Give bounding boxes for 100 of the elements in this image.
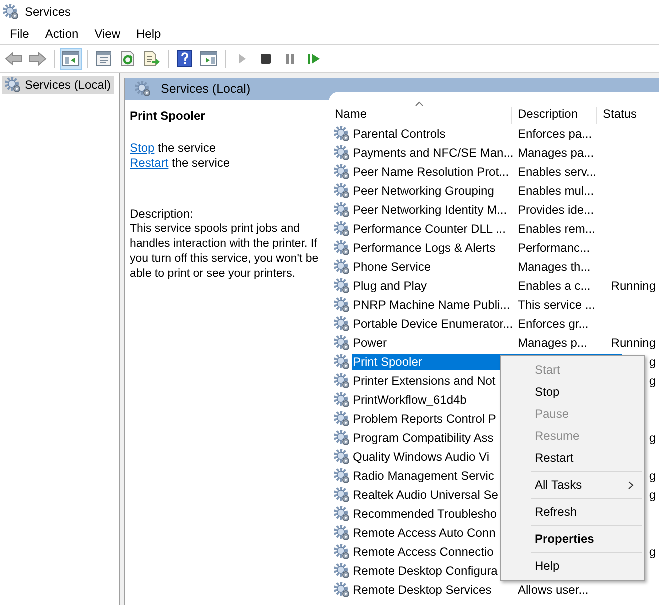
gear-icon	[334, 240, 350, 256]
gear-icon	[334, 220, 350, 236]
column-header[interactable]: Status	[596, 107, 649, 124]
action-text: Restart the service	[130, 156, 232, 171]
gear-icon	[334, 544, 350, 560]
sort-caret-icon	[415, 101, 424, 107]
stop-icon	[260, 52, 272, 64]
gear-icon	[334, 582, 350, 598]
service-name[interactable]: Parental Controls	[352, 126, 447, 142]
gear-icon	[334, 448, 350, 464]
gear-icon	[334, 506, 350, 522]
service-name[interactable]: Quality Windows Audio Vi	[352, 448, 491, 464]
action-link[interactable]: Restart	[130, 156, 169, 170]
service-description: Manages pa...	[518, 146, 594, 160]
gear-icon	[334, 468, 350, 484]
column-header[interactable]: Description	[511, 107, 596, 124]
service-status: g	[649, 430, 656, 444]
description-text: This service spools print jobs and handles interaction with the printer. If you turn off this service, you won't be able to print or see your printers.	[130, 222, 320, 282]
service-name[interactable]: Performance Counter DLL ...	[352, 220, 507, 236]
service-name[interactable]: Problem Reports Control P	[352, 410, 498, 426]
service-name[interactable]: PrintWorkflow_61d4b	[352, 392, 468, 408]
menu-item[interactable]: Help	[501, 555, 644, 577]
service-name[interactable]: Performance Logs & Alerts	[352, 240, 497, 256]
service-status: Running	[611, 278, 656, 292]
service-name[interactable]: Phone Service	[352, 258, 432, 274]
export-icon	[143, 50, 161, 66]
pause-icon	[284, 52, 296, 66]
gear-icon	[334, 182, 350, 198]
service-name[interactable]: Peer Networking Grouping	[352, 182, 496, 198]
pane-title: Services (Local)	[161, 82, 251, 96]
service-description: Manages th...	[518, 260, 591, 274]
service-title: Print Spooler	[130, 109, 206, 123]
menu-item[interactable]: Help	[128, 27, 170, 41]
left-arrow-icon	[5, 52, 23, 66]
gear-icon	[334, 316, 350, 332]
service-status: g	[649, 488, 656, 502]
service-name[interactable]: Remote Access Auto Conn	[352, 524, 497, 540]
service-status: g	[649, 544, 656, 558]
service-name[interactable]: Remote Desktop Services	[352, 582, 493, 598]
service-name[interactable]: PNRP Machine Name Publi...	[352, 296, 512, 312]
service-status: g	[649, 354, 656, 368]
service-name[interactable]: Peer Networking Identity M...	[352, 202, 508, 218]
menu-item[interactable]: Action	[37, 27, 87, 41]
help-icon	[177, 50, 193, 68]
menu-item[interactable]: View	[86, 27, 128, 41]
menu-item[interactable]: Refresh	[501, 501, 644, 523]
gear-icon	[135, 81, 151, 97]
window-list-icon	[96, 50, 112, 66]
menu-item[interactable]: All Tasks	[501, 474, 644, 496]
service-status: g	[649, 374, 656, 388]
service-name[interactable]: Payments and NFC/SE Man...	[352, 144, 515, 160]
gear-icon	[334, 410, 350, 426]
description-label: Description:	[130, 207, 194, 222]
gear-icon	[334, 164, 350, 180]
column-header[interactable]: Name	[329, 107, 511, 124]
service-description: Enables rem...	[518, 222, 596, 236]
window-panel-icon	[200, 50, 218, 66]
action-link[interactable]: Stop	[130, 141, 155, 155]
refresh-icon	[120, 50, 136, 66]
service-name[interactable]: Printer Extensions and Not	[352, 372, 497, 388]
service-description: Enforces pa...	[518, 126, 592, 140]
service-name[interactable]: Remote Desktop Configura	[352, 562, 499, 578]
service-name[interactable]: Peer Name Resolution Prot...	[352, 164, 510, 180]
service-name[interactable]: Recommended Troublesho	[352, 506, 498, 522]
menu-item[interactable]: File	[2, 27, 38, 41]
tree-item[interactable]: Services (Local)	[2, 76, 114, 94]
service-name[interactable]: Power	[352, 334, 388, 350]
service-name[interactable]: Realtek Audio Universal Se	[352, 486, 500, 502]
play-icon	[236, 52, 248, 66]
gear-icon	[334, 258, 350, 274]
gear-icon	[334, 126, 350, 142]
gear-icon	[334, 486, 350, 502]
service-description: Manages p...	[518, 336, 588, 350]
gear-icon	[5, 77, 21, 93]
gear-icon	[334, 202, 350, 218]
service-name[interactable]: Program Compatibility Ass	[352, 430, 495, 446]
menu-item[interactable]: Restart	[501, 447, 644, 469]
gear-icon	[334, 144, 350, 160]
menu-item[interactable]: Stop	[501, 381, 644, 403]
gear-icon	[334, 354, 350, 370]
service-status: g	[649, 468, 656, 482]
service-name[interactable]: Remote Access Connectio	[352, 544, 495, 560]
service-status: Running	[611, 336, 656, 350]
service-description: Enables a c...	[518, 278, 591, 292]
menu-item[interactable]: Properties	[501, 528, 644, 550]
service-description: Performanc...	[518, 240, 590, 254]
gear-icon	[334, 430, 350, 446]
gear-icon	[334, 296, 350, 312]
service-name[interactable]: Radio Management Servic	[352, 468, 496, 484]
gear-icon	[334, 278, 350, 294]
action-text: Stop the service	[130, 141, 218, 156]
service-description: Enables mul...	[518, 184, 594, 198]
chevron-right-icon	[628, 480, 634, 490]
service-description: Enables serv...	[518, 164, 596, 178]
service-description: Allows user...	[518, 582, 589, 596]
gear-icon	[334, 562, 350, 578]
gear-icon	[334, 372, 350, 388]
service-name[interactable]: Plug and Play	[352, 278, 428, 294]
service-description: This service ...	[518, 298, 596, 312]
service-name[interactable]: Portable Device Enumerator...	[352, 316, 514, 332]
